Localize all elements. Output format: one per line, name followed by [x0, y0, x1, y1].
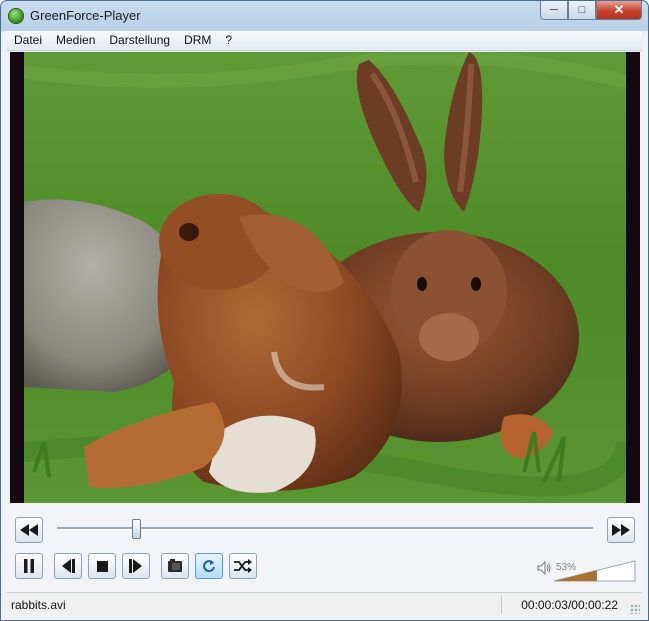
status-divider: [501, 595, 502, 614]
menu-help[interactable]: ?: [218, 31, 239, 50]
title-bar[interactable]: GreenForce-Player ─ □ ✕: [1, 1, 648, 31]
repeat-icon: [203, 560, 215, 573]
snapshot-icon: [168, 559, 182, 572]
maximize-button[interactable]: □: [568, 1, 596, 20]
volume-percent: 53%: [556, 562, 577, 573]
stop-icon: [96, 560, 108, 572]
shuffle-button[interactable]: [229, 553, 257, 579]
status-time: 00:00:03/00:00:22: [521, 598, 618, 612]
stop-button[interactable]: [88, 553, 116, 579]
window-title: GreenForce-Player: [30, 8, 141, 23]
next-frame-button[interactable]: [122, 553, 150, 579]
previous-frame-icon: [62, 559, 75, 573]
resize-grip[interactable]: [630, 604, 640, 614]
fast-forward-button[interactable]: [607, 517, 635, 543]
menu-darstellung[interactable]: Darstellung: [102, 31, 177, 50]
shuffle-icon: [234, 559, 252, 573]
menu-bar: Datei Medien Darstellung DRM ?: [7, 31, 642, 51]
rewind-button[interactable]: [15, 517, 43, 543]
maximize-icon: □: [578, 4, 586, 16]
next-frame-icon: [129, 559, 142, 573]
status-bar: rabbits.avi 00:00:03/00:00:22: [7, 592, 642, 616]
menu-drm[interactable]: DRM: [177, 31, 218, 50]
speaker-icon[interactable]: [537, 561, 551, 575]
video-frame-rabbits: [24, 52, 626, 503]
repeat-button[interactable]: [195, 553, 223, 579]
fast-forward-icon: [612, 524, 630, 536]
menu-datei[interactable]: Datei: [7, 31, 49, 50]
pause-button[interactable]: [15, 553, 43, 579]
menu-medien[interactable]: Medien: [49, 31, 102, 50]
minimize-icon: ─: [550, 4, 558, 16]
previous-frame-button[interactable]: [54, 553, 82, 579]
close-icon: ✕: [613, 2, 625, 17]
rewind-icon: [20, 524, 38, 536]
app-icon: [8, 8, 24, 24]
status-filename: rabbits.avi: [11, 598, 66, 612]
window-controls: ─ □ ✕: [540, 1, 642, 21]
minimize-button[interactable]: ─: [540, 1, 568, 20]
snapshot-button[interactable]: [161, 553, 189, 579]
close-button[interactable]: ✕: [596, 1, 642, 20]
seek-thumb[interactable]: [132, 519, 142, 539]
control-panel: 53%: [7, 505, 642, 591]
pause-icon: [24, 559, 34, 573]
player-window: GreenForce-Player ─ □ ✕ Datei Medien Dar…: [0, 0, 649, 621]
video-area[interactable]: [10, 52, 640, 503]
